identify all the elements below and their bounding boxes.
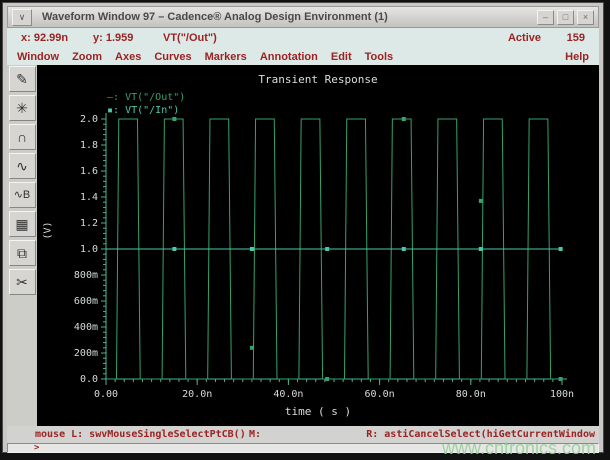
minimize-icon: – [542, 11, 548, 22]
menu-item-markers[interactable]: Markers [205, 51, 247, 63]
svg-text:1.8: 1.8 [80, 140, 98, 151]
maximize-button[interactable]: □ [557, 9, 574, 25]
cursor-x-readout: x: 92.99n [21, 32, 69, 44]
plot-area: Transient Response –: VT("/Out") ▪: VT("… [37, 65, 599, 426]
cursor-y-readout: y: 1.959 [93, 32, 134, 44]
maximize-icon: □ [562, 11, 569, 22]
svg-text:40.0n: 40.0n [273, 389, 303, 400]
tool-palette: ✎ ✳ ∩ ∿ ∿B ▦ ⧉ ✂ [7, 65, 37, 426]
window-menu-button[interactable]: ∨ [12, 8, 32, 26]
svg-text:1.0: 1.0 [80, 244, 98, 255]
zoom-fit-button[interactable]: ✳ [8, 95, 36, 121]
menu-item-axes[interactable]: Axes [115, 51, 141, 63]
chevron-down-icon: ∨ [18, 11, 26, 22]
cut-window-button[interactable]: ✂ [8, 269, 36, 295]
menu-bar: Window Zoom Axes Curves Markers Annotati… [7, 48, 599, 65]
probe-icon: ✎ [16, 71, 28, 87]
svg-text:80.0n: 80.0n [456, 389, 486, 400]
probe-tool-button[interactable]: ✎ [8, 66, 36, 92]
window-title: Waveform Window 97 – Cadence® Analog Des… [42, 11, 388, 23]
waveform-b-button[interactable]: ∿B [8, 182, 36, 208]
prompt-caret: > [34, 443, 40, 453]
svg-text:1.4: 1.4 [80, 192, 98, 203]
waveform-b-icon: ∿B [13, 188, 31, 201]
menu-item-window[interactable]: Window [17, 51, 59, 63]
copy-window-button[interactable]: ⧉ [8, 240, 36, 266]
zoom-fit-icon: ✳ [16, 100, 28, 116]
window-controls: – □ × [537, 9, 594, 25]
pan-arc-icon: ∩ [16, 129, 28, 145]
svg-text:800m: 800m [74, 270, 98, 281]
waveform-canvas[interactable]: 0.00 20.0n 40.0n 60.0n 80.0n 100n 0.0 200m 400m 6… [37, 65, 605, 426]
active-count: 159 [566, 32, 585, 44]
svg-text:60.0n: 60.0n [365, 389, 395, 400]
main-area: ✎ ✳ ∩ ∿ ∿B ▦ ⧉ ✂ Transient Response –: V… [7, 65, 599, 426]
menu-item-annotation[interactable]: Annotation [260, 51, 318, 63]
watermark: www.cntronics.com [441, 438, 596, 458]
menu-item-curves[interactable]: Curves [154, 51, 191, 63]
strip-chart-icon: ∿ [16, 158, 28, 174]
menu-item-tools[interactable]: Tools [365, 51, 394, 63]
svg-text:1.6: 1.6 [80, 166, 98, 177]
close-button[interactable]: × [577, 9, 594, 25]
selected-trace-readout: VT("/Out") [163, 32, 217, 44]
svg-text:100n: 100n [550, 389, 574, 400]
calculator-icon: ▦ [15, 216, 29, 232]
svg-text:2.0: 2.0 [80, 114, 98, 125]
info-bar: x: 92.99n y: 1.959 VT("/Out") Active 159 [7, 28, 599, 49]
mouse-left-binding: mouse L: swvMouseSingleSelectPtCB() [35, 429, 246, 440]
title-bar: ∨ Waveform Window 97 – Cadence® Analog D… [7, 6, 599, 28]
active-label: Active [507, 32, 541, 44]
calculator-button[interactable]: ▦ [8, 211, 36, 237]
strip-chart-button[interactable]: ∿ [8, 153, 36, 179]
pan-button[interactable]: ∩ [8, 124, 36, 150]
mouse-middle-binding: M: [249, 429, 262, 440]
svg-text:0.00: 0.00 [94, 389, 118, 400]
waveform-window: ∨ Waveform Window 97 – Cadence® Analog D… [2, 2, 604, 453]
svg-text:1.2: 1.2 [80, 218, 98, 229]
minimize-button[interactable]: – [537, 9, 554, 25]
svg-text:20.0n: 20.0n [182, 389, 212, 400]
svg-text:200m: 200m [74, 348, 98, 359]
menu-item-edit[interactable]: Edit [331, 51, 352, 63]
copy-window-icon: ⧉ [17, 245, 27, 261]
close-icon: × [582, 11, 589, 22]
menu-item-zoom[interactable]: Zoom [72, 51, 102, 63]
svg-text:0.0: 0.0 [80, 374, 98, 385]
cut-window-icon: ✂ [16, 274, 28, 290]
svg-text:600m: 600m [74, 296, 98, 307]
svg-text:400m: 400m [74, 322, 98, 333]
menu-item-help[interactable]: Help [565, 51, 589, 63]
